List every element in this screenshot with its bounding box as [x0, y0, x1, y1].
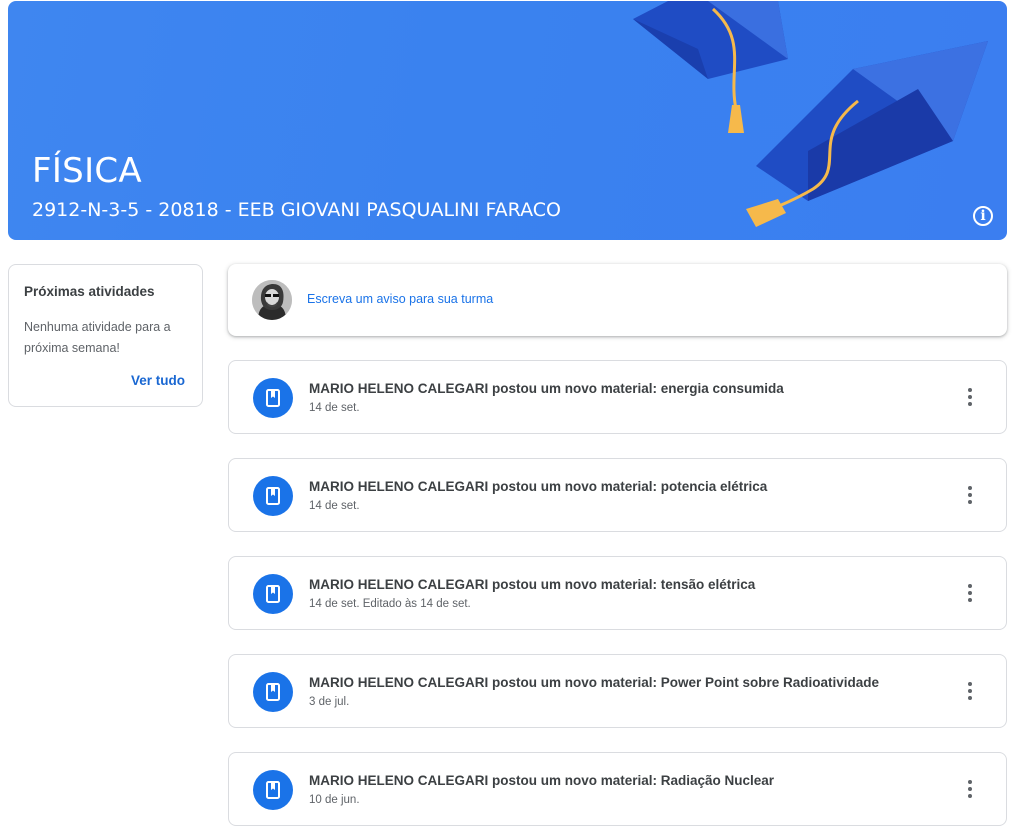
upcoming-activities-card: Próximas atividades Nenhuma atividade pa…: [8, 264, 203, 407]
post-date: 14 de set. Editado às 14 de set.: [309, 598, 471, 610]
material-post[interactable]: MARIO HELENO CALEGARI postou um novo mat…: [228, 458, 1007, 532]
post-date: 3 de jul.: [309, 696, 350, 708]
more-vert-icon[interactable]: [958, 777, 982, 801]
view-all-link[interactable]: Ver tudo: [131, 373, 185, 388]
class-subtitle: 2912-N-3-5 - 20818 - EEB GIOVANI PASQUAL…: [32, 199, 561, 221]
post-date: 14 de set.: [309, 500, 360, 512]
post-date: 14 de set.: [309, 402, 360, 414]
book-icon: [253, 378, 293, 418]
more-vert-icon[interactable]: [958, 581, 982, 605]
announcement-composer[interactable]: Escreva um aviso para sua turma: [228, 264, 1007, 336]
post-date: 10 de jun.: [309, 794, 360, 806]
post-title[interactable]: MARIO HELENO CALEGARI postou um novo mat…: [309, 675, 879, 690]
announcement-input[interactable]: Escreva um aviso para sua turma: [307, 292, 493, 306]
class-title: FÍSICA: [32, 151, 142, 191]
info-icon[interactable]: i: [973, 206, 993, 226]
post-title[interactable]: MARIO HELENO CALEGARI postou um novo mat…: [309, 773, 774, 788]
material-post[interactable]: MARIO HELENO CALEGARI postou um novo mat…: [228, 654, 1007, 728]
material-post[interactable]: MARIO HELENO CALEGARI postou um novo mat…: [228, 752, 1007, 826]
more-vert-icon[interactable]: [958, 385, 982, 409]
material-post[interactable]: MARIO HELENO CALEGARI postou um novo mat…: [228, 556, 1007, 630]
material-post[interactable]: MARIO HELENO CALEGARI postou um novo mat…: [228, 360, 1007, 434]
post-title[interactable]: MARIO HELENO CALEGARI postou um novo mat…: [309, 479, 767, 494]
book-icon: [253, 574, 293, 614]
more-vert-icon[interactable]: [958, 483, 982, 507]
more-vert-icon[interactable]: [958, 679, 982, 703]
upcoming-empty-message: Nenhuma atividade para a próxima semana!: [24, 320, 171, 355]
post-title[interactable]: MARIO HELENO CALEGARI postou um novo mat…: [309, 577, 755, 592]
class-banner: FÍSICA 2912-N-3-5 - 20818 - EEB GIOVANI …: [8, 1, 1007, 240]
post-title[interactable]: MARIO HELENO CALEGARI postou um novo mat…: [309, 381, 784, 396]
user-avatar: [252, 280, 292, 320]
upcoming-title: Próximas atividades: [24, 284, 155, 299]
book-icon: [253, 770, 293, 810]
book-icon: [253, 672, 293, 712]
book-icon: [253, 476, 293, 516]
